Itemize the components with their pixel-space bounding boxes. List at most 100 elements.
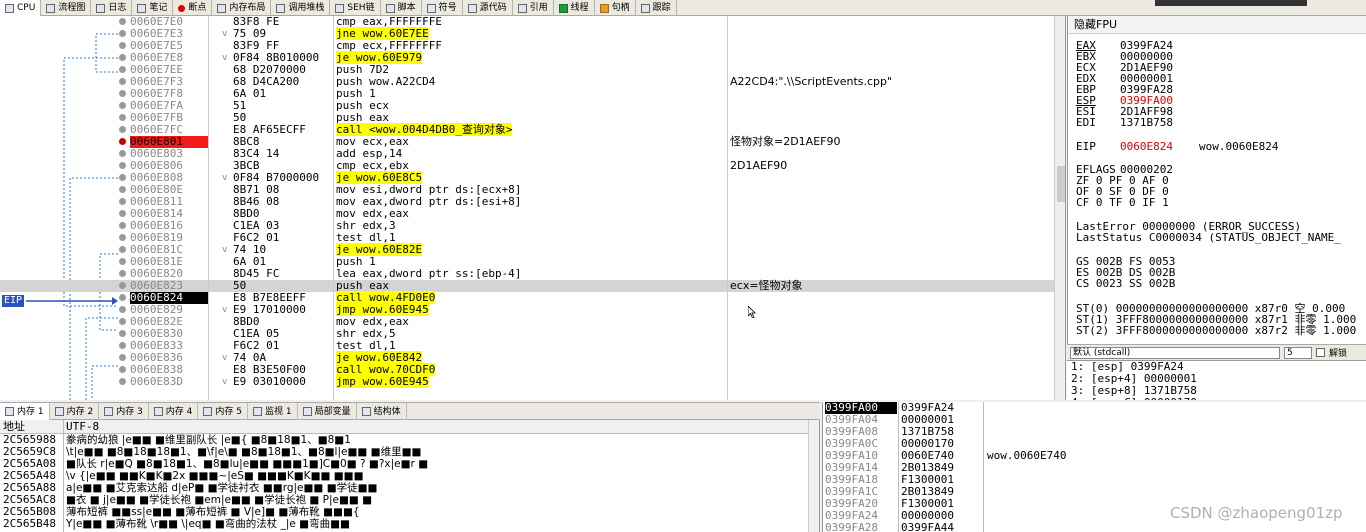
line-dot-icon[interactable] [119,114,126,121]
flags-line[interactable]: CF 0 TF 0 IF 1 [1076,197,1169,208]
breakpoint-dot-icon[interactable] [119,138,126,145]
dump-tab[interactable]: 结构体 [357,403,407,420]
line-dot-icon[interactable] [119,90,126,97]
fpu-register[interactable]: ST(2) 3FFF8000000000000000 x87r2 非零 1.00… [1076,325,1356,336]
unlock-checkbox[interactable] [1316,348,1325,357]
dump-row[interactable]: 2C5659C8 \t|e■■ ■8■18■18■1、■\f|e\■ ■8■18■… [0,446,819,459]
line-dot-icon[interactable] [119,126,126,133]
dump-row[interactable]: 2C565B48 Y|e■■ ■薄布靴 \r■■ \|eq■ ■弯曲的法杖 _|e… [0,518,819,531]
dump-row[interactable]: 2C565988 豢病的幼狼 |e■■ ■维里副队长 |e■{ ■8■18■1、■… [0,434,819,447]
stack-comment: wow.0060E740 [987,449,1067,462]
dump-tab[interactable]: 内存 1 [0,403,50,420]
disassembly-view[interactable]: EIP 0060E7E0 83F8 FE cmp eax,FFFFFFFE 0060E… [0,16,1066,400]
register-edi[interactable]: EDI 1371B758 [1076,117,1173,128]
memory-dump-view[interactable]: 地址 UTF-8 2C565988 豢病的幼狼 |e■■ ■维里副队长 |e■{ … [0,420,820,532]
line-dot-icon[interactable] [119,78,126,85]
registers-panel[interactable]: 隐藏FPU EAX 0399FA24 EBX 00000000 ECX 2D1AEF90 E… [1067,16,1366,344]
dump-col-text[interactable]: UTF-8 [66,420,99,433]
line-dot-icon[interactable] [119,318,126,325]
dump-text: a|e■■ ■艾克索达船 d|eP■ ■学徒衬衣 ■■rg|e■■ ■学徒■■ [66,482,378,494]
line-dot-icon[interactable] [119,222,126,229]
tab-label: CPU [17,2,36,13]
line-dot-icon[interactable] [119,150,126,157]
line-dot-icon[interactable] [119,282,126,289]
hide-fpu-toggle[interactable]: 隐藏FPU [1068,16,1366,34]
tab-cpu[interactable]: CPU [0,0,42,16]
dump-tab[interactable]: 内存 5 [198,403,248,420]
line-dot-icon[interactable] [119,294,126,301]
dump-row[interactable]: 2C565A88 a|e■■ ■艾克索达船 d|eP■ ■学徒衬衣 ■■rg|e■… [0,482,819,495]
line-dot-icon[interactable] [119,306,126,313]
stack-row[interactable]: 0399FA28 0399FA44 [823,522,1366,532]
dump-tab-label: 局部变量 [314,406,351,417]
tab-source[interactable]: 源代码 [463,0,513,16]
watch-icon [252,407,262,416]
line-dot-icon[interactable] [119,42,126,49]
line-dot-icon[interactable] [119,330,126,337]
memory-icon [54,407,64,416]
jump-direction-icon: v [222,245,228,255]
line-dot-icon[interactable] [119,174,126,181]
tab-label: 跟踪 [652,2,671,13]
line-dot-icon[interactable] [119,54,126,61]
dump-row[interactable]: 2C565AC8 ■衣 ■ j|e■■ ■学徒长袍 ■em|e■■ ■学徒长袍 ■… [0,494,819,507]
dump-tab-label: 内存 5 [215,406,242,417]
line-dot-icon[interactable] [119,366,126,373]
dump-row[interactable]: 2C565A48 \v {|e■■ ■■K■K■2x ■■■~|eS■ ■■■K… [0,470,819,483]
segment-registers[interactable]: CS 0023 SS 002B [1076,278,1175,289]
line-dot-icon[interactable] [119,270,126,277]
dump-row[interactable]: 2C565B08 薄布短裤 ■■ss|e■■ ■薄布短裤 ■ V|e]■ ■薄布靴… [0,506,819,519]
tab-script[interactable]: 脚本 [381,0,422,16]
tab-breakpoint[interactable]: 断点 [173,0,213,16]
tab-flowchart[interactable]: 流程图 [41,0,92,16]
line-dot-icon[interactable] [119,162,126,169]
handles-icon [599,3,609,13]
scroll-thumb[interactable] [1057,166,1065,202]
tab-log[interactable]: 日志 [91,0,133,16]
tab-handles[interactable]: 句柄 [595,0,636,16]
line-dot-icon[interactable] [119,354,126,361]
tab-trace[interactable]: 跟踪 [636,0,677,16]
instruction-comment: 怪物对象=2D1AEF90 [730,135,841,148]
line-dot-icon[interactable] [119,198,126,205]
tab-notes[interactable]: 笔记 [132,0,174,16]
line-dot-icon[interactable] [119,258,126,265]
locals-icon [302,407,312,416]
dump-tab[interactable]: 内存 4 [149,403,199,420]
line-dot-icon[interactable] [119,342,126,349]
line-dot-icon[interactable] [119,102,126,109]
line-dot-icon[interactable] [119,66,126,73]
line-dot-icon[interactable] [119,30,126,37]
line-dot-icon[interactable] [119,234,126,241]
dump-tab-label: 内存 1 [17,406,44,417]
dump-col-address[interactable]: 地址 [3,420,25,433]
dump-row[interactable]: 2C565A08 ■队长 r|e■Q ■8■18■1、■8■lu|e■■ ■■■1… [0,458,819,471]
tab-call-stack[interactable]: 调用堆栈 [271,0,331,16]
column-separator [208,16,209,400]
line-dot-icon[interactable] [119,246,126,253]
disasm-scrollbar[interactable] [1054,16,1065,400]
register-eip[interactable]: EIP 0060E824 wow.0060E824 [1076,141,1278,152]
calling-convention-select[interactable]: 默认 (stdcall) [1070,346,1280,359]
dump-scrollbar[interactable] [808,420,819,532]
line-dot-icon[interactable] [119,378,126,385]
disasm-row[interactable]: 0060E83D v E9 03010000 jmp wow.60E945 [0,375,1054,388]
line-dot-icon[interactable] [119,18,126,25]
tab-references[interactable]: 引用 [513,0,554,16]
tab-memory-map[interactable]: 内存布局 [212,0,272,16]
tab-symbols[interactable]: 符号 [422,0,463,16]
stack-arg[interactable]: 4: [esp+C] 00000170 [1067,397,1366,401]
memory-map-icon [217,3,227,13]
instruction-address: 0060E83D [130,375,183,388]
line-dot-icon[interactable] [119,186,126,193]
dump-tab[interactable]: 内存 2 [50,403,100,420]
dump-tab[interactable]: 局部变量 [298,403,357,420]
call-stack-icon [276,3,286,13]
arg-count-spinner[interactable]: 5 [1284,346,1312,359]
dump-tab[interactable]: 监视 1 [248,403,298,420]
instruction-text: jmp wow.60E945 [336,375,726,388]
tab-seh[interactable]: SEH链 [330,0,381,16]
dump-tab[interactable]: 内存 3 [99,403,149,420]
tab-threads[interactable]: 线程 [554,0,595,16]
line-dot-icon[interactable] [119,210,126,217]
